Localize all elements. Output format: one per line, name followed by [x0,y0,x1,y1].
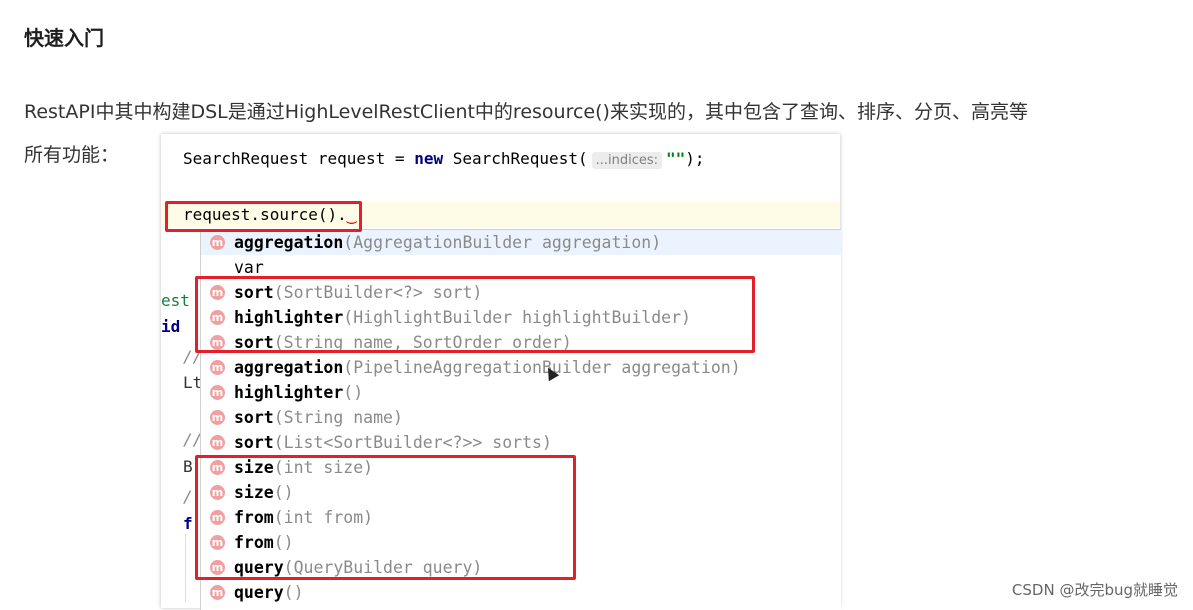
code-line-request-source[interactable]: request.source().‿ [183,205,356,224]
completion-item-label: size(int size) [234,455,373,480]
method-params: () [273,533,294,552]
method-name: sort [234,333,274,352]
method-params: (AggregationBuilder aggregation) [343,233,662,252]
keyword-new: new [414,149,444,168]
completion-item[interactable]: var [201,255,841,280]
method-name: aggregation [234,233,344,252]
completion-item[interactable]: m sort(String name) [201,405,841,430]
completion-item-label: var [234,255,264,280]
background-code-fragment: / [183,487,193,506]
method-icon: m [210,460,225,475]
completion-item[interactable]: m from() [201,530,841,555]
method-name: size [234,458,274,477]
completion-item[interactable]: m query() [201,580,841,605]
method-icon: m [210,560,225,575]
method-icon: m [210,235,225,250]
code-dot: . [337,205,347,224]
completion-item[interactable]: m size() [201,480,841,505]
parameter-hint: ...indices: [591,152,663,169]
code-line-search-request: SearchRequest request = new SearchReques… [183,149,705,169]
method-name: from [234,508,274,527]
completion-item[interactable]: m highlighter(HighlightBuilder highlightB… [201,305,841,330]
method-icon: m [210,585,225,600]
completion-item-label: sort(SortBuilder<?> sort) [234,280,482,305]
method-name: from [234,533,274,552]
method-name: highlighter [234,383,344,402]
method-icon: m [210,535,225,550]
code-completion-popup[interactable]: m aggregation(AggregationBuilder aggregat… [200,229,841,610]
method-params: (SortBuilder<?> sort) [273,283,483,302]
completion-item-label: from(int from) [234,505,373,530]
completion-item-label: size() [234,480,294,505]
code-text: SearchRequest request = [183,149,415,168]
completion-item[interactable]: m from(int from) [201,505,841,530]
background-code-fragment: B [183,457,193,476]
method-name: query [234,583,284,602]
method-params: (HighlightBuilder highlightBuilder) [343,308,691,327]
method-params: (String name, SortOrder order) [273,333,572,352]
method-params: () [343,383,364,402]
string-literal: "" [666,149,686,168]
method-icon: m [210,410,225,425]
method-icon: m [210,485,225,500]
completion-item-label: query() [234,580,304,605]
method-params: (String name) [273,408,403,427]
method-params: () [273,483,294,502]
completion-item[interactable]: m aggregation(AggregationBuilder aggregat… [201,230,841,255]
completion-item-label: query(QueryBuilder query) [234,555,482,580]
method-icon: m [210,310,225,325]
completion-item[interactable]: m sort(List<SortBuilder<?>> sorts) [201,430,841,455]
method-icon: m [210,360,225,375]
method-name: sort [234,408,274,427]
completion-item[interactable]: m size(int size) [201,455,841,480]
method-name: query [234,558,284,577]
method-icon: m [210,335,225,350]
method-params: (QueryBuilder query) [283,558,483,577]
description-line-2: 所有功能： [24,144,120,166]
completion-item[interactable]: m highlighter() [201,380,841,405]
completion-item[interactable]: m aggregation(PipelineAggregationBuilder … [201,355,841,380]
method-name: highlighter [234,308,344,327]
completion-item-label: from() [234,530,294,555]
code-text: request.source() [183,205,338,224]
indent-guide [185,534,186,602]
method-name: sort [234,283,274,302]
method-params: (int size) [273,458,374,477]
section-heading: 快速入门 [24,26,104,50]
completion-item-label: highlighter(HighlightBuilder highlightBu… [234,305,691,330]
method-params: () [283,583,304,602]
error-squiggle: ‿ [346,205,357,224]
completion-item-label: sort(String name) [234,405,403,430]
method-icon: m [210,285,225,300]
completion-item[interactable]: m query(QueryBuilder query) [201,555,841,580]
completion-item-label: sort(List<SortBuilder<?>> sorts) [234,430,552,455]
completion-item-label: aggregation(AggregationBuilder aggregati… [234,230,661,255]
code-text: SearchRequest( [443,149,588,168]
method-icon: m [210,385,225,400]
watermark: CSDN @改完bug就睡觉 [1011,581,1178,599]
method-params: (int from) [273,508,374,527]
completion-item-label: sort(String name, SortOrder order) [234,330,572,355]
completion-item-label: highlighter() [234,380,363,405]
description-line-1: RestAPI中其中构建DSL是通过HighLevelRestClient中的r… [24,101,1028,123]
method-icon: m [210,435,225,450]
method-params: (PipelineAggregationBuilder aggregation) [343,358,741,377]
method-name: sort [234,433,274,452]
background-code-fragment: est [161,291,190,310]
method-params: (List<SortBuilder<?>> sorts) [273,433,552,452]
completion-item-label: aggregation(PipelineAggregationBuilder a… [234,355,741,380]
method-icon: m [210,510,225,525]
completion-item[interactable]: m sort(String name, SortOrder order) [201,330,841,355]
method-name: var [234,258,264,277]
method-name: aggregation [234,358,344,377]
method-name: size [234,483,274,502]
completion-item[interactable]: m sort(SortBuilder<?> sort) [201,280,841,305]
code-text: ); [685,149,705,168]
background-code-fragment: f [183,514,193,533]
background-code-fragment: id [161,317,181,336]
